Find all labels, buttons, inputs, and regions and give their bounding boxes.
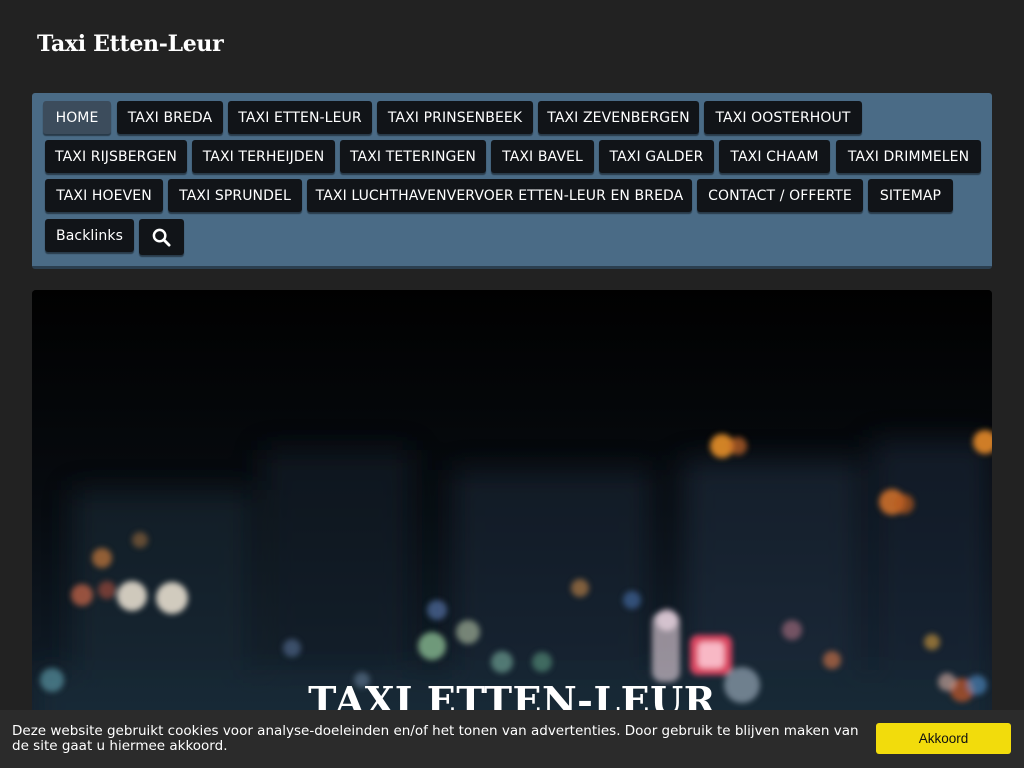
nav-item-sitemap[interactable]: SITEMAP [868,179,953,212]
nav-item-taxi-terheijden[interactable]: TAXI TERHEIJDEN [192,140,335,173]
nav-item-taxi-etten-leur[interactable]: TAXI ETTEN-LEUR [228,101,372,134]
cookie-message: Deze website gebruikt cookies voor analy… [12,723,859,754]
search-button[interactable] [139,219,184,255]
nav-item-taxi-galder[interactable]: TAXI GALDER [599,140,714,173]
search-icon [152,228,171,247]
nav-item-taxi-teteringen[interactable]: TAXI TETERINGEN [340,140,486,173]
nav-item-taxi-drimmelen[interactable]: TAXI DRIMMELEN [836,140,981,173]
nav-item-taxi-bavel[interactable]: TAXI BAVEL [491,140,594,173]
nav-item-taxi-sprundel[interactable]: TAXI SPRUNDEL [168,179,302,212]
cookie-accept-button[interactable]: Akkoord [876,723,1011,754]
site-title[interactable]: Taxi Etten-Leur [37,31,224,57]
nav-item-home[interactable]: HOME [43,101,111,134]
main-navigation: HOME TAXI BREDA TAXI ETTEN-LEUR TAXI PRI… [32,93,992,269]
nav-item-taxi-zevenbergen[interactable]: TAXI ZEVENBERGEN [538,101,699,134]
cookie-consent-bar: Deze website gebruikt cookies voor analy… [0,710,1024,768]
nav-item-taxi-breda[interactable]: TAXI BREDA [117,101,223,134]
nav-item-taxi-chaam[interactable]: TAXI CHAAM [719,140,830,173]
nav-item-taxi-hoeven[interactable]: TAXI HOEVEN [45,179,163,212]
hero-banner: TAXI ETTEN-LEUR [32,290,992,768]
nav-item-taxi-oosterhout[interactable]: TAXI OOSTERHOUT [704,101,862,134]
nav-item-taxi-prinsenbeek[interactable]: TAXI PRINSENBEEK [377,101,533,134]
nav-item-taxi-luchthavenvervoer[interactable]: TAXI LUCHTHAVENVERVOER ETTEN-LEUR EN BRE… [307,179,692,212]
nav-item-taxi-rijsbergen[interactable]: TAXI RIJSBERGEN [45,140,187,173]
nav-item-backlinks[interactable]: Backlinks [45,219,134,252]
nav-item-contact-offerte[interactable]: CONTACT / OFFERTE [697,179,863,212]
